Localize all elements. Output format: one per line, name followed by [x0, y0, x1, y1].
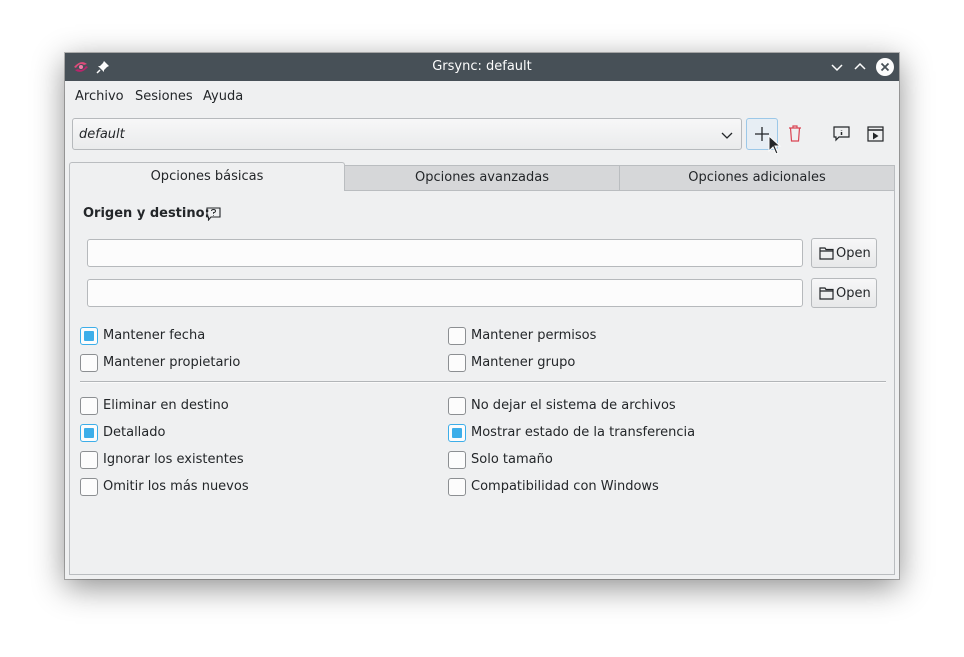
play-icon [867, 126, 884, 146]
checkbox-label: Mantener propietario [103, 355, 241, 370]
chevron-up-icon[interactable] [853, 60, 867, 78]
close-icon[interactable] [875, 57, 895, 81]
session-select-value: default [79, 127, 125, 142]
checkbox-label: Detallado [103, 425, 166, 440]
checkbox-label: Compatibilidad con Windows [471, 479, 659, 494]
checkbox-label: No dejar el sistema de archivos [471, 398, 676, 413]
checkbox-box[interactable] [80, 478, 98, 496]
checkbox-box[interactable] [80, 424, 98, 442]
menu-bar: Archivo Sesiones Ayuda [65, 81, 899, 111]
tab-opciones-adicionales[interactable]: Opciones adicionales [619, 165, 895, 190]
checkbox-box[interactable] [80, 451, 98, 469]
open-source-button[interactable]: Open [811, 238, 877, 268]
session-select[interactable]: default [72, 118, 742, 150]
open-destination-label: Open [836, 285, 871, 301]
destination-path-input[interactable] [87, 279, 803, 307]
checkbox-box[interactable] [448, 451, 466, 469]
open-source-label: Open [836, 245, 871, 261]
mouse-cursor-icon [768, 134, 782, 159]
folder-icon [819, 247, 834, 264]
delete-session-button[interactable] [780, 118, 812, 150]
chevron-down-icon[interactable] [830, 60, 844, 78]
run-button[interactable] [860, 118, 892, 150]
checkbox-box[interactable] [80, 327, 98, 345]
chevron-down-icon [721, 130, 733, 145]
checkbox-box[interactable] [448, 424, 466, 442]
folder-icon [819, 287, 834, 304]
checkbox-box[interactable] [448, 397, 466, 415]
checkbox-label: Mostrar estado de la transferencia [471, 425, 696, 440]
tab-opciones-basicas[interactable]: Opciones básicas [69, 162, 345, 191]
trash-icon [788, 125, 802, 146]
checkbox-box[interactable] [448, 354, 466, 372]
checkbox-box[interactable] [448, 327, 466, 345]
checkbox-label: Ignorar los existentes [103, 452, 244, 467]
tab-bar: Opciones básicas Opciones avanzadas Opci… [69, 162, 895, 191]
checkbox-label: Mantener permisos [471, 328, 597, 343]
checkbox-box[interactable] [448, 478, 466, 496]
checkbox-box[interactable] [80, 397, 98, 415]
checkbox-label: Mantener grupo [471, 355, 576, 370]
checkbox-label: Mantener fecha [103, 328, 206, 343]
section-title: Origen y destino: [83, 206, 210, 221]
checkbox-box[interactable] [80, 354, 98, 372]
menu-archivo[interactable]: Archivo [75, 89, 124, 104]
checkbox-label: Omitir los más nuevos [103, 479, 249, 494]
tab-opciones-avanzadas[interactable]: Opciones avanzadas [344, 165, 620, 190]
open-destination-button[interactable]: Open [811, 278, 877, 308]
menu-sesiones[interactable]: Sesiones [135, 89, 193, 104]
source-path-input[interactable] [87, 239, 803, 267]
tab-panel-basic: Origen y destino: Open Open Mantener fec… [69, 190, 895, 575]
menu-ayuda[interactable]: Ayuda [203, 89, 243, 104]
app-window: Grsync: default Archivo Sesiones Ayuda d… [65, 53, 899, 579]
info-button[interactable] [825, 118, 857, 150]
info-icon [833, 126, 850, 146]
help-icon[interactable] [206, 207, 221, 225]
title-bar[interactable]: Grsync: default [65, 53, 899, 81]
separator [80, 381, 886, 383]
window-title: Grsync: default [432, 59, 532, 74]
checkbox-label: Solo tamaño [471, 452, 553, 467]
checkbox-label: Eliminar en destino [103, 398, 229, 413]
